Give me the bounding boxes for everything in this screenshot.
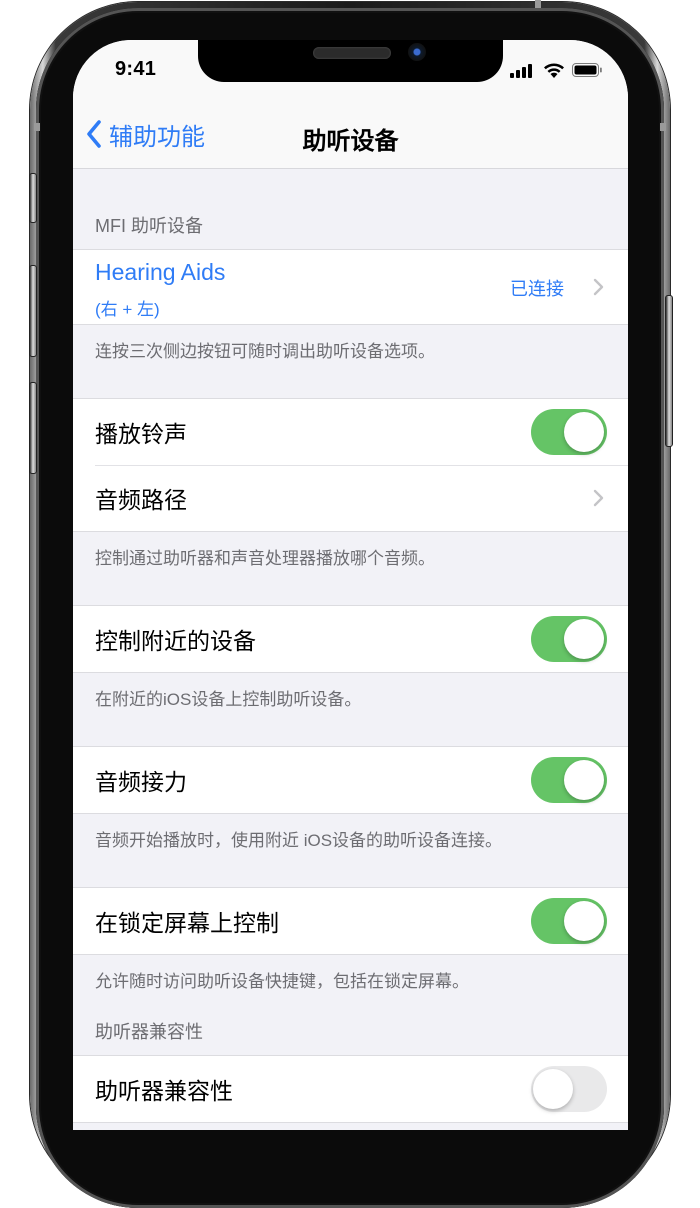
- chevron-right-icon: [593, 489, 604, 507]
- hac-toggle[interactable]: [531, 1066, 607, 1112]
- status-time: 9:41: [115, 58, 157, 80]
- battery-icon: [572, 63, 602, 77]
- connection-status: 已连接: [510, 279, 564, 299]
- section-footer-audio: 控制通过助听器和声音处理器播放哪个音频。: [95, 549, 435, 568]
- section-footer-lockscreen: 允许随时访问助听设备快捷键，包括在锁定屏幕。: [95, 972, 469, 991]
- lockscreen-control-toggle[interactable]: [531, 898, 607, 944]
- front-camera: [408, 43, 426, 61]
- screen: 9:41 辅助功能 助听设备 MFI 助听设备 Hearing Aids (右 …: [73, 40, 628, 1130]
- toggle-knob: [533, 1069, 573, 1109]
- group-lockscreen: 在锁定屏幕上控制: [73, 887, 628, 955]
- volume-down-button: [29, 382, 37, 474]
- lockscreen-control-row: 在锁定屏幕上控制: [73, 888, 628, 954]
- antenna-band: [535, 0, 541, 8]
- play-ringtone-label: 播放铃声: [95, 421, 187, 447]
- device-name: Hearing Aids: [95, 259, 226, 285]
- hac-row: 助听器兼容性: [73, 1056, 628, 1122]
- earpiece-speaker: [313, 47, 391, 59]
- play-ringtone-row: 播放铃声: [73, 399, 628, 465]
- group-handoff: 音频接力: [73, 746, 628, 814]
- lockscreen-control-label: 在锁定屏幕上控制: [95, 910, 279, 936]
- settings-list: MFI 助听设备 Hearing Aids (右 + 左) 已连接 连按三次侧边…: [73, 169, 628, 1123]
- audio-routing-label: 音频路径: [95, 487, 187, 513]
- antenna-band: [34, 123, 40, 131]
- audio-handoff-toggle[interactable]: [531, 757, 607, 803]
- group-audio: 播放铃声 音频路径: [73, 398, 628, 532]
- control-nearby-label: 控制附近的设备: [95, 628, 256, 654]
- navigation-bar: 辅助功能 助听设备: [73, 94, 628, 169]
- audio-handoff-label: 音频接力: [95, 769, 187, 795]
- toggle-knob: [564, 901, 604, 941]
- wifi-icon: [544, 63, 564, 78]
- toggle-knob: [564, 412, 604, 452]
- chevron-right-icon: [593, 278, 604, 296]
- silent-switch: [29, 173, 37, 223]
- section-footer-mfi: 连按三次侧边按钮可随时调出助听设备选项。: [95, 342, 435, 361]
- hac-label: 助听器兼容性: [95, 1078, 233, 1104]
- section-footer-handoff: 音频开始播放时，使用附近 iOS设备的助听设备连接。: [95, 831, 503, 850]
- group-hac: 助听器兼容性: [73, 1055, 628, 1123]
- section-header-mfi: MFI 助听设备: [95, 216, 203, 236]
- control-nearby-row: 控制附近的设备: [73, 606, 628, 672]
- cellular-signal-icon: [510, 64, 532, 78]
- hearing-aids-row[interactable]: Hearing Aids (右 + 左) 已连接: [73, 250, 628, 324]
- side-button: [665, 295, 673, 447]
- notch: [198, 40, 503, 82]
- group-nearby: 控制附近的设备: [73, 605, 628, 673]
- group-mfi: Hearing Aids (右 + 左) 已连接: [73, 249, 628, 325]
- device-sides: (右 + 左): [95, 300, 160, 319]
- play-ringtone-toggle[interactable]: [531, 409, 607, 455]
- toggle-knob: [564, 619, 604, 659]
- audio-routing-row[interactable]: 音频路径: [73, 465, 628, 531]
- control-nearby-toggle[interactable]: [531, 616, 607, 662]
- toggle-knob: [564, 760, 604, 800]
- audio-handoff-row: 音频接力: [73, 747, 628, 813]
- section-header-hac: 助听器兼容性: [95, 1022, 203, 1042]
- antenna-band: [660, 123, 666, 131]
- page-title: 助听设备: [302, 128, 399, 155]
- volume-up-button: [29, 265, 37, 357]
- section-footer-nearby: 在附近的iOS设备上控制助听设备。: [95, 690, 362, 709]
